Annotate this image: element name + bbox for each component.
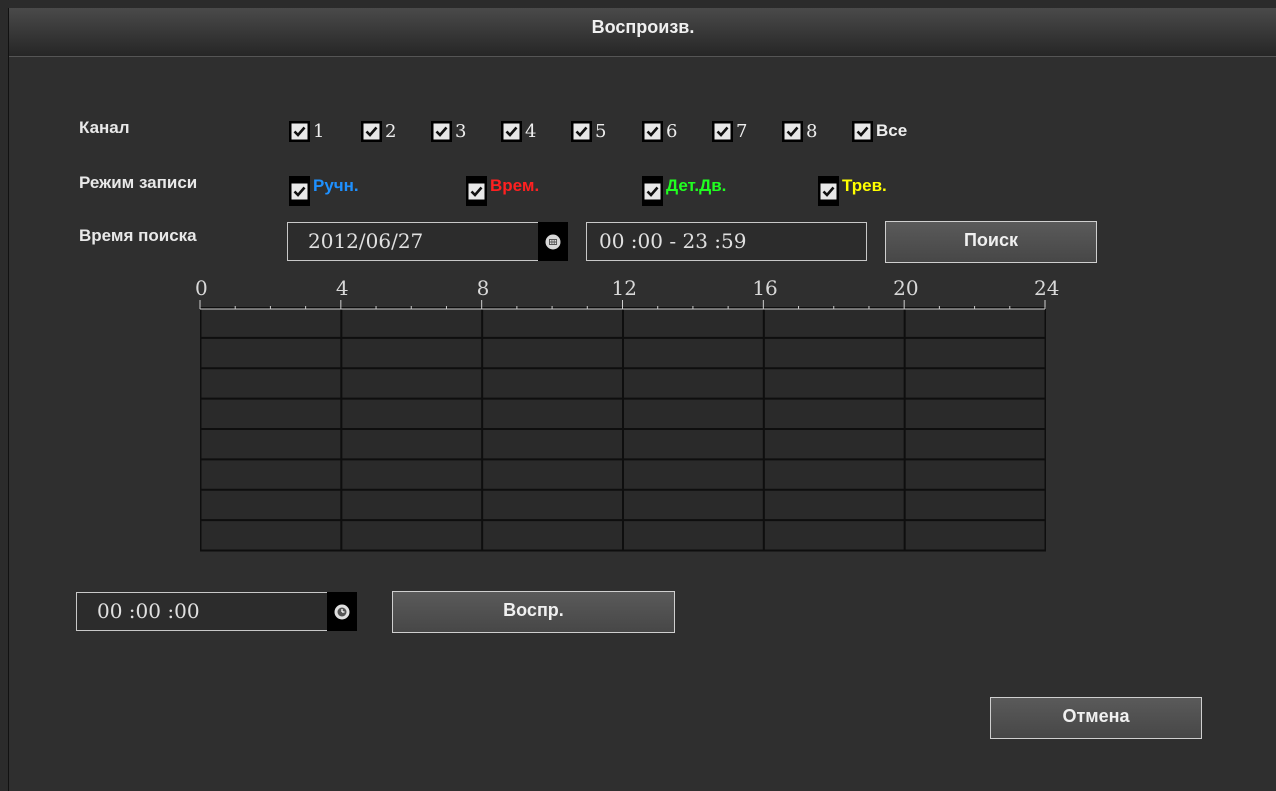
time-range-value: 00 :00 - 23 :59 bbox=[599, 229, 747, 253]
channel-label-5: 5 bbox=[595, 121, 607, 142]
record-mode-label: Режим записи bbox=[79, 173, 198, 192]
check-icon bbox=[644, 183, 661, 199]
search-time-label: Время поиска bbox=[79, 226, 197, 245]
channel-checkbox-4[interactable] bbox=[501, 121, 522, 142]
check-icon bbox=[291, 123, 308, 140]
channel-checkbox-9[interactable] bbox=[852, 121, 873, 142]
record-mode-checkbox-schedule[interactable] bbox=[466, 176, 487, 206]
time-range-field[interactable]: 00 :00 - 23 :59 bbox=[586, 222, 867, 261]
record-mode-checkbox-alarm[interactable] bbox=[818, 176, 839, 206]
date-field[interactable]: 2012/06/27 bbox=[287, 222, 568, 261]
channel-label-3: 3 bbox=[455, 121, 467, 142]
channel-label-6: 6 bbox=[666, 121, 678, 142]
channel-checkbox-2[interactable] bbox=[361, 121, 382, 142]
channel-label-8: 8 bbox=[806, 121, 818, 142]
check-icon bbox=[433, 123, 450, 140]
calendar-icon[interactable] bbox=[538, 222, 568, 261]
clock-icon[interactable] bbox=[327, 592, 357, 631]
channel-label: Канал bbox=[79, 118, 130, 137]
channel-checkbox-6[interactable] bbox=[642, 121, 663, 142]
date-value: 2012/06/27 bbox=[308, 229, 424, 253]
play-button[interactable]: Воспр. bbox=[392, 591, 675, 633]
channel-label-9: Все bbox=[876, 121, 908, 140]
record-mode-label-manual: Ручн. bbox=[313, 176, 359, 195]
playback-time-value: 00 :00 :00 bbox=[97, 599, 200, 623]
check-icon bbox=[573, 123, 590, 140]
check-icon bbox=[820, 183, 837, 199]
record-mode-label-motion: Дет.Дв. bbox=[666, 176, 727, 195]
channel-checkbox-5[interactable] bbox=[571, 121, 592, 142]
channel-label-2: 2 bbox=[385, 121, 397, 142]
channel-checkbox-7[interactable] bbox=[712, 121, 733, 142]
channel-checkbox-1[interactable] bbox=[289, 121, 310, 142]
playback-time-field[interactable]: 00 :00 :00 bbox=[76, 592, 357, 631]
check-icon bbox=[363, 123, 380, 140]
check-icon bbox=[291, 183, 308, 199]
check-icon bbox=[468, 183, 485, 199]
check-icon bbox=[784, 123, 801, 140]
search-button[interactable]: Поиск bbox=[885, 221, 1097, 263]
check-icon bbox=[503, 123, 520, 140]
channel-label-1: 1 bbox=[313, 121, 325, 142]
record-mode-label-alarm: Трев. bbox=[842, 176, 887, 195]
check-icon bbox=[854, 123, 871, 140]
timeline-grid[interactable] bbox=[200, 307, 1046, 552]
cancel-button[interactable]: Отмена bbox=[990, 697, 1202, 739]
timeline-ruler bbox=[199, 300, 1046, 310]
record-mode-checkbox-manual[interactable] bbox=[289, 176, 310, 206]
channel-checkbox-3[interactable] bbox=[431, 121, 452, 142]
channel-label-7: 7 bbox=[736, 121, 748, 142]
check-icon bbox=[714, 123, 731, 140]
window-title: Воспроизв. bbox=[9, 8, 1276, 57]
channel-checkbox-8[interactable] bbox=[782, 121, 803, 142]
record-mode-checkbox-motion[interactable] bbox=[642, 176, 663, 206]
channel-label-4: 4 bbox=[525, 121, 537, 142]
record-mode-label-schedule: Врем. bbox=[490, 176, 540, 195]
check-icon bbox=[644, 123, 661, 140]
